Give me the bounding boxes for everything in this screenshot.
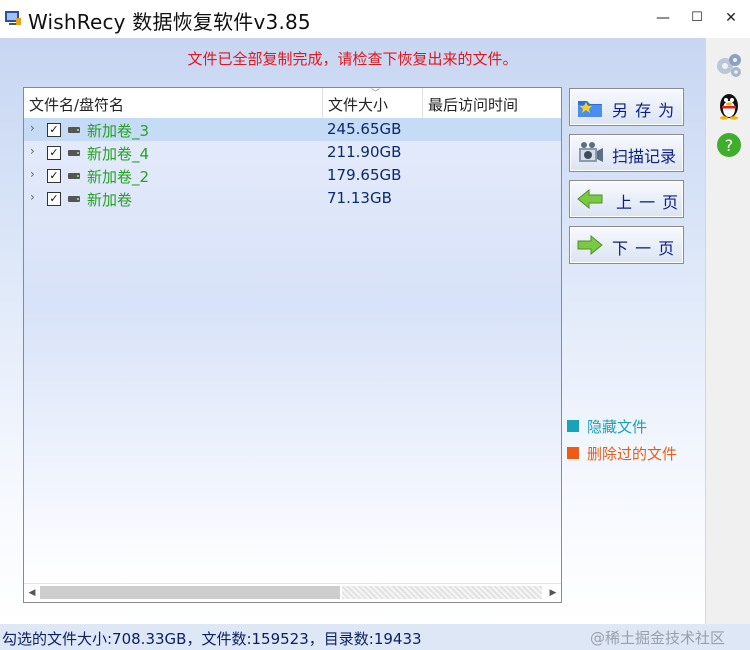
list-row[interactable]: › ✓ 新加卷_4 211.90GB	[24, 141, 561, 164]
app-window: WishRecy 数据恢复软件v3.85 — ☐ ✕ 文件已全部复制完成，请检查…	[0, 0, 750, 650]
expand-chevron-icon[interactable]: ›	[30, 144, 35, 158]
list-row[interactable]: › ✓ 新加卷_3 245.65GB	[24, 118, 561, 141]
volume-size: 211.90GB	[327, 143, 402, 161]
next-page-button[interactable]: 下 一 页	[569, 226, 684, 264]
settings-gears-icon[interactable]	[714, 50, 744, 80]
window-title: WishRecy 数据恢复软件v3.85	[28, 10, 311, 34]
status-message: 文件已全部复制完成，请检查下恢复出来的文件。	[187, 50, 518, 68]
minimize-button[interactable]: —	[655, 10, 671, 26]
volume-size: 179.65GB	[327, 166, 402, 184]
selection-summary: 勾选的文件大小:708.33GB，文件数:159523，目录数:19433	[2, 630, 422, 648]
volume-name: 新加卷_3	[87, 122, 150, 140]
horizontal-scrollbar[interactable]: ◀ ▶	[24, 583, 561, 602]
maximize-button[interactable]: ☐	[689, 10, 705, 26]
scroll-left-icon[interactable]: ◀	[25, 586, 39, 600]
column-header-size[interactable]: 文件大小	[328, 94, 388, 115]
save-folder-icon	[578, 101, 602, 117]
side-toolbar: ?	[705, 38, 750, 624]
next-page-label: 下 一 页	[612, 239, 676, 258]
row-checkbox[interactable]: ✓	[47, 123, 61, 137]
column-header-name[interactable]: 文件名/盘符名	[29, 94, 124, 115]
expand-chevron-icon[interactable]: ›	[30, 121, 35, 135]
drive-icon	[68, 127, 80, 133]
save-as-label: 另 存 为	[612, 101, 676, 120]
drive-icon	[68, 196, 80, 202]
status-bar: 勾选的文件大小:708.33GB，文件数:159523，目录数:19433 @稀…	[0, 624, 750, 650]
scroll-thumb[interactable]	[40, 586, 340, 599]
prev-page-label: 上 一 页	[616, 193, 680, 212]
hidden-files-swatch	[567, 420, 579, 432]
help-icon[interactable]: ?	[714, 130, 744, 160]
row-checkbox[interactable]: ✓	[47, 146, 61, 160]
app-logo-icon	[5, 11, 21, 25]
deleted-files-swatch	[567, 447, 579, 459]
list-header: 文件名/盘符名 ﹀ 文件大小 最后访问时间	[24, 88, 561, 119]
scan-records-label: 扫描记录	[612, 147, 677, 166]
drive-icon	[68, 173, 80, 179]
watermark: @稀土掘金技术社区	[590, 629, 726, 647]
volume-name: 新加卷	[87, 191, 133, 209]
list-body: › ✓ 新加卷_3 245.65GB › ✓ 新加卷_4 211.90GB › …	[24, 118, 561, 582]
save-as-button[interactable]: 另 存 为	[569, 88, 684, 126]
scroll-track[interactable]	[342, 586, 542, 599]
title-bar: WishRecy 数据恢复软件v3.85 — ☐ ✕	[0, 0, 750, 38]
camera-icon	[579, 142, 603, 162]
row-checkbox[interactable]: ✓	[47, 169, 61, 183]
scroll-right-icon[interactable]: ▶	[546, 586, 560, 600]
expand-chevron-icon[interactable]: ›	[30, 190, 35, 204]
volume-size: 245.65GB	[327, 120, 402, 138]
close-button[interactable]: ✕	[723, 10, 739, 26]
drive-icon	[68, 150, 80, 156]
main-panel: 文件已全部复制完成，请检查下恢复出来的文件。 文件名/盘符名 ﹀ 文件大小 最后…	[0, 38, 705, 624]
deleted-files-label: 删除过的文件	[587, 445, 678, 463]
hidden-files-label: 隐藏文件	[587, 418, 648, 436]
column-header-last-access[interactable]: 最后访问时间	[428, 94, 518, 115]
expand-chevron-icon[interactable]: ›	[30, 167, 35, 181]
arrow-left-icon	[577, 188, 603, 210]
file-list[interactable]: 文件名/盘符名 ﹀ 文件大小 最后访问时间 › ✓ 新加卷_3 245.65GB…	[23, 87, 562, 603]
list-row[interactable]: › ✓ 新加卷 71.13GB	[24, 187, 561, 210]
scan-records-button[interactable]: 扫描记录	[569, 134, 684, 172]
list-row[interactable]: › ✓ 新加卷_2 179.65GB	[24, 164, 561, 187]
arrow-right-icon	[577, 234, 603, 256]
volume-name: 新加卷_4	[87, 145, 150, 163]
volume-size: 71.13GB	[327, 189, 392, 207]
volume-name: 新加卷_2	[87, 168, 150, 186]
qq-penguin-icon[interactable]	[714, 90, 744, 120]
row-checkbox[interactable]: ✓	[47, 192, 61, 206]
svg-text:?: ?	[725, 136, 734, 155]
prev-page-button[interactable]: 上 一 页	[569, 180, 684, 218]
